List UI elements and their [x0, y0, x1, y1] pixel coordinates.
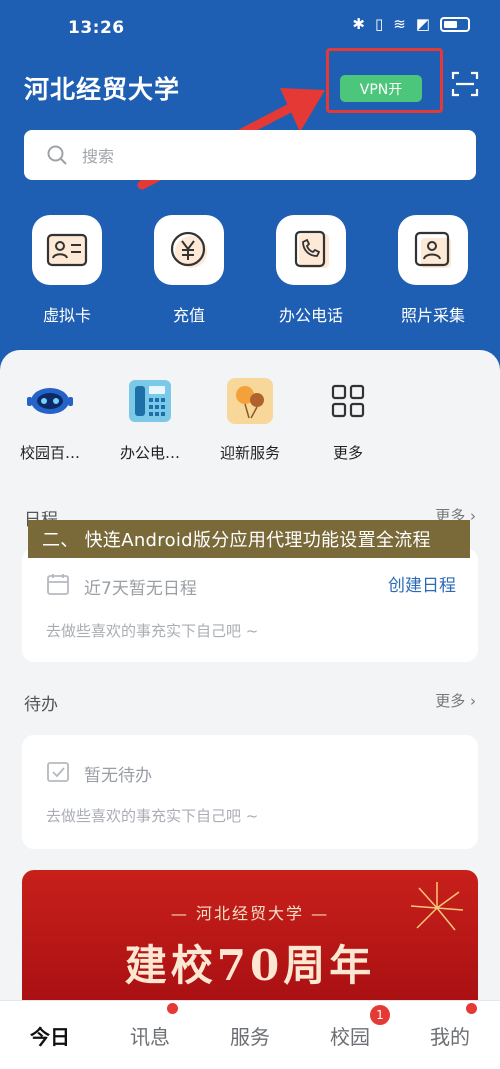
quick-action-recharge[interactable]: 充值	[144, 215, 234, 326]
quick-action-label: 照片采集	[400, 306, 465, 325]
balloons-icon	[227, 378, 273, 424]
yuan-recharge-icon	[170, 231, 207, 268]
schedule-card: 近7天暂无日程 创建日程 去做些喜欢的事充实下自己吧 ~	[22, 548, 478, 662]
firework-icon	[410, 882, 464, 931]
search-placeholder: 搜索	[82, 147, 115, 166]
quick-action-photo-capture[interactable]: 照片采集	[388, 215, 478, 326]
quick-actions: 虚拟卡 充值 办公电话 照片采集	[0, 215, 500, 330]
battery-icon	[440, 16, 470, 32]
checklist-icon	[47, 762, 69, 782]
service-office-phone[interactable]: 办公电…	[102, 378, 198, 463]
scan-icon[interactable]	[451, 70, 479, 98]
todo-sub-text: 去做些喜欢的事充实下自己吧 ~	[46, 807, 259, 825]
service-label: 校园百…	[19, 444, 80, 462]
todo-title: 待办	[24, 695, 58, 715]
service-label: 迎新服务	[219, 444, 280, 462]
grid-more-icon	[331, 384, 365, 418]
quick-action-label: 充值	[172, 306, 205, 325]
service-more[interactable]: 更多	[300, 378, 396, 463]
create-schedule-link[interactable]: 创建日程	[388, 571, 456, 596]
status-bar: 13:26 ✱ ▯ ≋ ◩	[0, 0, 500, 52]
me-notification-dot	[466, 1003, 477, 1014]
photo-capture-icon	[414, 231, 451, 268]
tab-campus[interactable]: 校园	[300, 1021, 400, 1050]
desk-phone-icon	[129, 380, 171, 422]
overlay-caption: 二、 快连Android版分应用代理功能设置全流程	[28, 520, 470, 558]
todo-card: 暂无待办 去做些喜欢的事充实下自己吧 ~	[22, 735, 478, 849]
bluetooth-icon: ✱	[352, 15, 365, 33]
office-phone-icon	[294, 230, 329, 268]
search-input[interactable]: 搜索	[24, 130, 476, 180]
service-campus-wiki[interactable]: 校园百…	[2, 378, 98, 463]
campus-badge: 1	[370, 1005, 390, 1025]
search-icon	[47, 145, 67, 165]
wifi-icon: ≋	[393, 15, 406, 33]
tab-services[interactable]: 服务	[200, 1021, 300, 1050]
quick-action-label: 虚拟卡	[42, 306, 91, 325]
banner-headline: 建校70周年	[124, 941, 376, 990]
bottom-tab-bar: 今日 讯息 服务 校园 我的 1	[0, 1000, 500, 1069]
todo-empty-text: 暂无待办	[84, 766, 152, 786]
vibrate-icon: ▯	[374, 15, 384, 33]
quick-action-label: 办公电话	[278, 306, 343, 325]
todo-more-link[interactable]: 更多 ›	[435, 690, 476, 711]
schedule-sub-text: 去做些喜欢的事充实下自己吧 ~	[46, 622, 259, 640]
quick-action-virtual-card[interactable]: 虚拟卡	[22, 215, 112, 326]
tab-me[interactable]: 我的	[400, 1021, 500, 1050]
status-icons: ✱ ▯ ≋ ◩	[352, 15, 470, 33]
service-label: 办公电…	[119, 444, 180, 462]
virtual-card-icon	[46, 233, 88, 267]
robot-icon	[27, 388, 73, 414]
quick-action-office-phone[interactable]: 办公电话	[266, 215, 356, 326]
service-freshman[interactable]: 迎新服务	[202, 378, 298, 463]
status-time: 13:26	[68, 18, 125, 38]
tab-today[interactable]: 今日	[0, 1021, 100, 1050]
schedule-empty-text: 近7天暂无日程	[84, 579, 197, 599]
anniversary-banner[interactable]: — 河北经贸大学 — 建校70周年	[22, 870, 478, 1010]
service-label: 更多	[332, 444, 363, 462]
network-icon: ◩	[415, 15, 430, 33]
messages-notification-dot	[167, 1003, 178, 1014]
calendar-icon	[47, 574, 69, 595]
service-row: 校园百… 办公电… 迎新服务 更多	[0, 378, 500, 468]
tab-messages[interactable]: 讯息	[100, 1021, 200, 1050]
vpn-toggle-button[interactable]: VPN开	[340, 75, 422, 102]
